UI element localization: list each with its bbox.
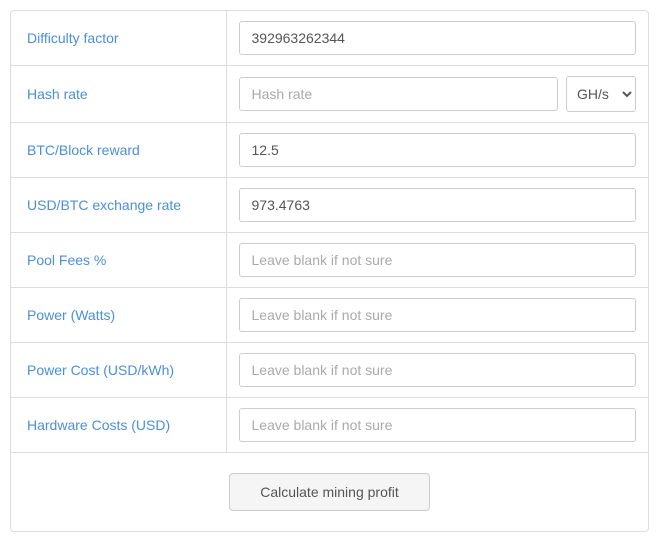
- label-power-cost: Power Cost (USD/kWh): [11, 343, 226, 398]
- calculate-button[interactable]: Calculate mining profit: [229, 473, 430, 511]
- input-usd-btc-exchange-rate[interactable]: [239, 188, 637, 222]
- button-row: Calculate mining profit: [11, 452, 648, 531]
- row-hash-rate: Hash rate GH/sTH/sMH/sKH/sH/s: [11, 66, 648, 123]
- input-pool-fees[interactable]: [239, 243, 637, 277]
- row-power-watts: Power (Watts): [11, 288, 648, 343]
- row-difficulty-factor: Difficulty factor: [11, 11, 648, 66]
- input-cell-btc-block-reward: [226, 123, 648, 178]
- label-pool-fees: Pool Fees %: [11, 233, 226, 288]
- input-cell-hardware-costs: [226, 398, 648, 453]
- input-difficulty-factor[interactable]: [239, 21, 637, 55]
- input-hardware-costs[interactable]: [239, 408, 637, 442]
- label-difficulty-factor: Difficulty factor: [11, 11, 226, 66]
- row-hardware-costs: Hardware Costs (USD): [11, 398, 648, 453]
- input-power-watts[interactable]: [239, 298, 637, 332]
- input-cell-pool-fees: [226, 233, 648, 288]
- label-power-watts: Power (Watts): [11, 288, 226, 343]
- input-hash-rate[interactable]: [239, 77, 559, 111]
- row-btc-block-reward: BTC/Block reward: [11, 123, 648, 178]
- row-usd-btc-exchange-rate: USD/BTC exchange rate: [11, 178, 648, 233]
- input-cell-difficulty-factor: [226, 11, 648, 66]
- label-usd-btc-exchange-rate: USD/BTC exchange rate: [11, 178, 226, 233]
- label-btc-block-reward: BTC/Block reward: [11, 123, 226, 178]
- input-cell-power-cost: [226, 343, 648, 398]
- form-table: Difficulty factorHash rate GH/sTH/sMH/sKH…: [11, 11, 648, 452]
- input-btc-block-reward[interactable]: [239, 133, 637, 167]
- calculator-form: Difficulty factorHash rate GH/sTH/sMH/sKH…: [10, 10, 649, 532]
- unit-select-hash-rate[interactable]: GH/sTH/sMH/sKH/sH/s: [566, 76, 636, 112]
- input-cell-hash-rate: GH/sTH/sMH/sKH/sH/s: [226, 66, 648, 123]
- label-hash-rate: Hash rate: [11, 66, 226, 123]
- row-power-cost: Power Cost (USD/kWh): [11, 343, 648, 398]
- input-power-cost[interactable]: [239, 353, 637, 387]
- input-cell-usd-btc-exchange-rate: [226, 178, 648, 233]
- input-cell-power-watts: [226, 288, 648, 343]
- row-pool-fees: Pool Fees %: [11, 233, 648, 288]
- label-hardware-costs: Hardware Costs (USD): [11, 398, 226, 453]
